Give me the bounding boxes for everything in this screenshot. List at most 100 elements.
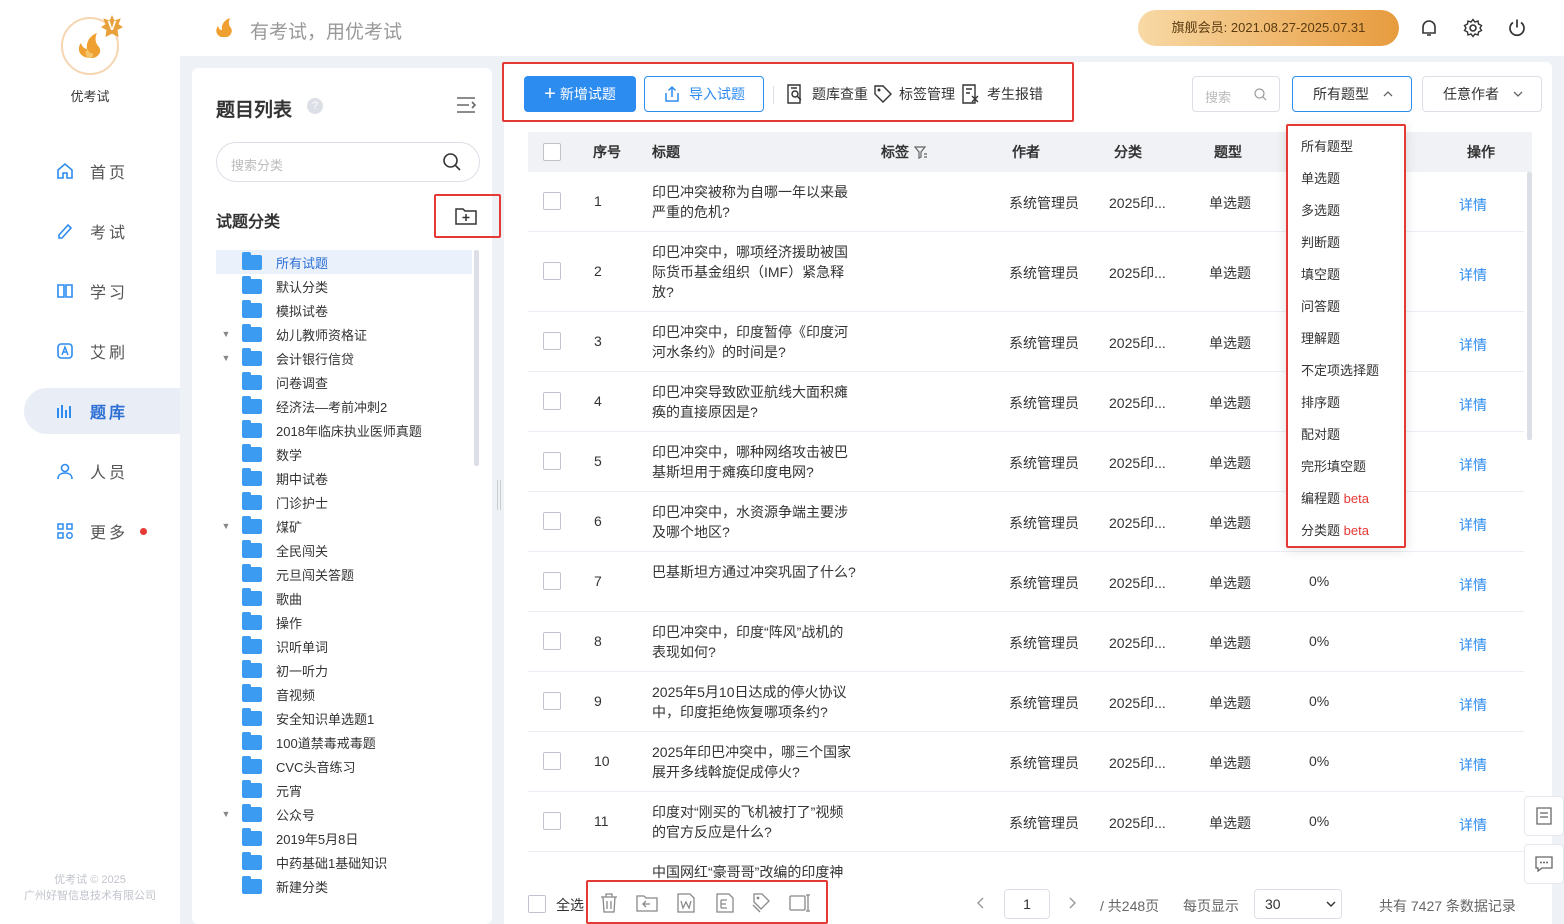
tree-item[interactable]: 歌曲 [216,586,472,610]
type-option[interactable]: 多选题 [1301,200,1340,219]
row-detail-link[interactable]: 详情 [1459,575,1487,595]
search-icon[interactable] [442,152,462,172]
tree-item[interactable]: 新建分类 [216,874,472,898]
prev-page-icon[interactable] [976,897,984,909]
row-detail-link[interactable]: 详情 [1459,395,1487,415]
row-title[interactable]: 印巴冲突中，印度“阵风”战机的表现如何? [652,622,857,662]
tree-item[interactable]: 操作 [216,610,472,634]
header-checkbox[interactable] [543,143,561,161]
nav-item-practice[interactable]: 艾刷 [24,328,180,374]
row-checkbox[interactable] [543,262,561,280]
help-icon[interactable]: ? [307,98,323,114]
bell-icon[interactable] [1419,18,1439,38]
type-option[interactable]: 排序题 [1301,392,1340,411]
tree-item[interactable]: 识听单词 [216,634,472,658]
row-checkbox[interactable] [543,812,561,830]
row-detail-link[interactable]: 详情 [1459,515,1487,535]
row-checkbox[interactable] [543,752,561,770]
tree-item[interactable]: 2018年临床执业医师真题 [216,418,472,442]
row-title[interactable]: 印度对“刚买的飞机被打了”视频的官方反应是什么? [652,802,857,842]
tree-item[interactable]: 问卷调查 [216,370,472,394]
type-option[interactable]: 完形填空题 [1301,456,1366,475]
expand-triangle-icon[interactable]: ▼ [216,329,236,339]
type-option[interactable]: 判断题 [1301,232,1340,251]
row-checkbox[interactable] [543,332,561,350]
row-title[interactable]: 中国网红“豪哥哥”改编的印度神 [652,862,857,882]
row-title[interactable]: 印巴冲突中，哪种网络攻击被巴基斯坦用于瘫痪印度电网? [652,442,857,482]
row-checkbox[interactable] [543,512,561,530]
tree-item[interactable]: 默认分类 [216,274,472,298]
tree-item[interactable]: 经济法—考前冲刺2 [216,394,472,418]
export-excel-icon[interactable] [715,893,735,913]
type-option[interactable]: 编程题 beta [1301,488,1369,507]
row-detail-link[interactable]: 详情 [1459,635,1487,655]
row-checkbox[interactable] [543,192,561,210]
tree-item[interactable]: 元旦闯关答题 [216,562,472,586]
row-checkbox[interactable] [543,392,561,410]
tree-item[interactable]: ▼ 煤矿 [216,514,472,538]
expand-triangle-icon[interactable]: ▼ [216,521,236,531]
resize-handle[interactable] [497,480,501,510]
import-question-button[interactable]: 导入试题 [644,76,764,112]
type-option[interactable]: 配对题 [1301,424,1340,443]
type-option[interactable]: 所有题型 [1301,136,1353,155]
row-detail-link[interactable]: 详情 [1459,695,1487,715]
row-checkbox[interactable] [543,632,561,650]
tree-item[interactable]: 100道禁毒戒毒题 [216,730,472,754]
row-title[interactable]: 印巴冲突被称为自哪一年以来最严重的危机? [652,182,857,222]
row-title[interactable]: 印巴冲突中，印度暂停《印度河河水条约》的时间是? [652,322,857,362]
notes-float-button[interactable] [1524,796,1564,836]
collapse-menu-icon[interactable] [456,96,476,114]
tree-item[interactable]: ▼ 会计银行信贷 [216,346,472,370]
tree-item[interactable]: 中药基础1基础知识 [216,850,472,874]
row-checkbox[interactable] [543,452,561,470]
row-title[interactable]: 巴基斯坦方通过冲突巩固了什么? [652,562,857,582]
tree-item[interactable]: 安全知识单选题1 [216,706,472,730]
move-folder-icon[interactable] [636,894,658,912]
error-report-button[interactable]: 考生报错 [961,84,1043,104]
tree-item[interactable]: 模拟试卷 [216,298,472,322]
row-title[interactable]: 印巴冲突导致欧亚航线大面积瘫痪的直接原因是? [652,382,857,422]
row-title[interactable]: 印巴冲突中，哪项经济援助被国际货币基金组织（IMF）紧急释放? [652,242,857,302]
expand-triangle-icon[interactable]: ▼ [216,353,236,363]
type-option[interactable]: 理解题 [1301,328,1340,347]
nav-item-exam[interactable]: 考试 [24,208,180,254]
search-icon[interactable] [1254,88,1267,101]
add-question-button[interactable]: + 新增试题 [524,76,636,112]
tree-item[interactable]: ▼ 公众号 [216,802,472,826]
chat-float-button[interactable] [1524,844,1564,884]
type-option[interactable]: 问答题 [1301,296,1340,315]
category-search-input[interactable]: 搜索分类 [216,142,480,182]
nav-item-more[interactable]: 更多 [24,508,180,554]
row-checkbox[interactable] [543,692,561,710]
table-scrollbar[interactable] [1527,172,1532,440]
next-page-icon[interactable] [1069,897,1077,909]
gear-icon[interactable] [1463,18,1483,38]
select-all-checkbox[interactable] [528,895,546,913]
type-select[interactable]: 所有题型 [1292,76,1412,112]
row-title[interactable]: 2025年5月10日达成的停火协议中，印度拒绝恢复哪项条约? [652,682,857,722]
row-detail-link[interactable]: 详情 [1459,815,1487,835]
filter-icon[interactable] [914,146,928,159]
batch-tag-icon[interactable] [751,892,771,914]
type-option[interactable]: 分类题 beta [1301,520,1369,539]
add-folder-icon[interactable] [455,206,477,226]
row-detail-link[interactable]: 详情 [1459,265,1487,285]
tree-scrollbar[interactable] [474,250,479,466]
power-icon[interactable] [1507,18,1527,38]
tree-item[interactable]: 2019年5月8日 [216,826,472,850]
tag-manage-button[interactable]: 标签管理 [873,84,955,104]
nav-item-question-bank[interactable]: 题库 [24,388,180,434]
nav-item-study[interactable]: 学习 [24,268,180,314]
tree-item[interactable]: 数学 [216,442,472,466]
row-title[interactable]: 2025年印巴冲突中，哪三个国家展开多线斡旋促成停火? [652,742,857,782]
nav-item-home[interactable]: 首页 [24,148,180,194]
tree-item[interactable]: 全民闯关 [216,538,472,562]
expand-triangle-icon[interactable]: ▼ [216,809,236,819]
tree-item[interactable]: ▼ 幼儿教师资格证 [216,322,472,346]
trash-icon[interactable] [600,893,618,913]
row-title[interactable]: 印巴冲突中，水资源争端主要涉及哪个地区? [652,502,857,542]
member-badge[interactable]: 旗舰会员: 2021.08.27-2025.07.31 [1138,10,1399,46]
type-option[interactable]: 填空题 [1301,264,1340,283]
row-checkbox[interactable] [543,572,561,590]
